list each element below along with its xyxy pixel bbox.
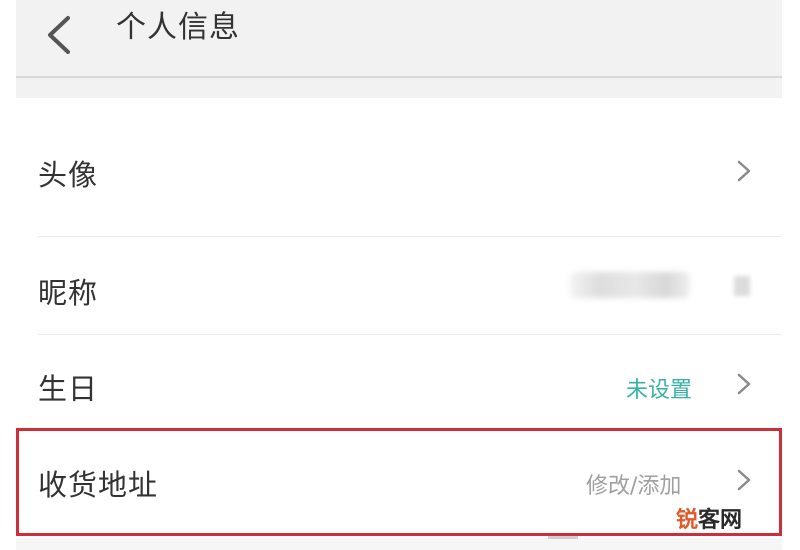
row-label: 昵称 <box>38 276 99 310</box>
row-label: 生日 <box>38 372 99 406</box>
watermark-accent: 锐 <box>676 508 699 533</box>
list-item-avatar[interactable]: 头像 <box>16 120 782 220</box>
section-gap <box>16 78 782 98</box>
top-bar: 个人信息 <box>16 0 782 78</box>
blurred-icon <box>734 276 750 296</box>
list-item-birthday[interactable]: 生日 未设置 <box>16 340 782 430</box>
back-button[interactable] <box>38 12 84 58</box>
row-label: 头像 <box>38 158 99 192</box>
birthday-value: 未设置 <box>626 378 693 403</box>
bottom-indicator <box>548 536 578 539</box>
nickname-value-blurred <box>570 272 690 298</box>
page-title: 个人信息 <box>116 10 240 45</box>
chevron-right-icon <box>737 160 751 182</box>
address-value: 修改/添加 <box>586 474 682 499</box>
divider <box>38 334 782 335</box>
watermark-logo: 锐客网 <box>676 502 742 534</box>
list-item-shipping-address[interactable]: 收货地址 修改/添加 <box>16 432 782 532</box>
chevron-right-icon <box>737 469 751 491</box>
divider <box>38 236 782 237</box>
bottom-strip <box>16 538 782 550</box>
chevron-right-icon <box>737 373 751 395</box>
row-label: 收货地址 <box>38 468 159 502</box>
chevron-left-icon <box>48 16 70 54</box>
watermark-text: 客网 <box>698 508 743 533</box>
